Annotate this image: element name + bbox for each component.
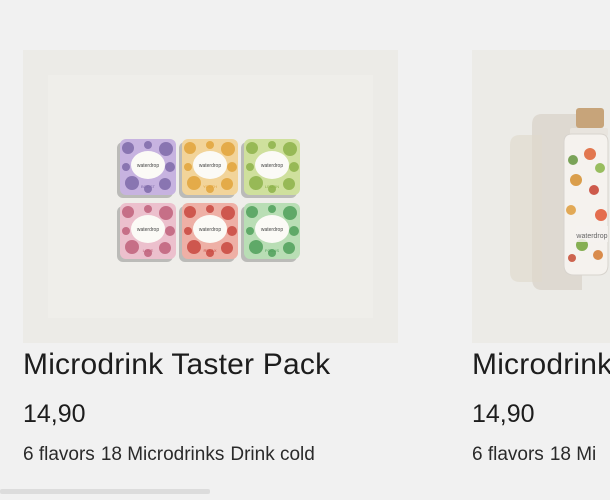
flavor-label: FOCUS (265, 248, 279, 253)
glass-bottle-image: waterdrop (510, 108, 609, 290)
brand-logo: waterdrop (137, 163, 159, 169)
flavor-label: RELAX (203, 248, 216, 253)
microdrink-cube: waterdrop FOCUS (241, 203, 300, 262)
brand-logo: waterdrop (199, 227, 221, 233)
microdrink-cube: waterdrop LEMON (241, 139, 300, 198)
product-tags: 6 flavors 18 Microdrinks Drink cold (23, 444, 315, 466)
product-tag: 6 flavors (472, 444, 544, 465)
product-price: 14,90 (23, 400, 86, 428)
product-price: 14,90 (472, 400, 535, 428)
scrollbar-thumb[interactable] (0, 489, 210, 494)
microdrink-cube: waterdrop BOOST (117, 139, 176, 198)
brand-logo: waterdrop (575, 233, 607, 240)
brand-logo: waterdrop (261, 163, 283, 169)
product-tags: 6 flavors 18 Mi (472, 444, 596, 466)
product-image[interactable]: waterdrop BOOST waterdrop YOUTH waterdrop LEM… (23, 50, 398, 343)
brand-logo: waterdrop (261, 227, 283, 233)
product-card[interactable]: waterdrop BOOST waterdrop YOUTH waterdrop LEM… (23, 50, 398, 465)
flavor-label: LEMON (265, 184, 279, 189)
product-card[interactable]: waterdrop Microdrink 14,90 6 flavors 18 M… (472, 50, 610, 465)
product-title[interactable]: Microdrink Taster Pack (23, 348, 330, 382)
product-image[interactable]: waterdrop (472, 50, 610, 343)
flavor-label: BOOST (141, 184, 156, 189)
product-carousel: waterdrop BOOST waterdrop YOUTH waterdrop LEM… (0, 0, 610, 500)
flavor-label: LOVE (143, 248, 154, 253)
microdrink-cube: waterdrop LOVE (117, 203, 176, 262)
product-tag: 6 flavors (23, 444, 95, 465)
brand-logo: waterdrop (199, 163, 221, 169)
product-tag: Drink cold (230, 444, 315, 465)
microdrink-cube: waterdrop RELAX (179, 203, 238, 262)
product-title[interactable]: Microdrink (472, 348, 610, 382)
microdrink-cubes-image: waterdrop BOOST waterdrop YOUTH waterdrop LEM… (117, 139, 300, 262)
product-tag: 18 Mi (549, 444, 597, 465)
product-tag: 18 Microdrinks (100, 444, 225, 465)
brand-logo: waterdrop (137, 227, 159, 233)
carousel-scrollbar[interactable] (0, 489, 610, 494)
microdrink-cube: waterdrop YOUTH (179, 139, 238, 198)
flavor-label: YOUTH (203, 184, 217, 189)
